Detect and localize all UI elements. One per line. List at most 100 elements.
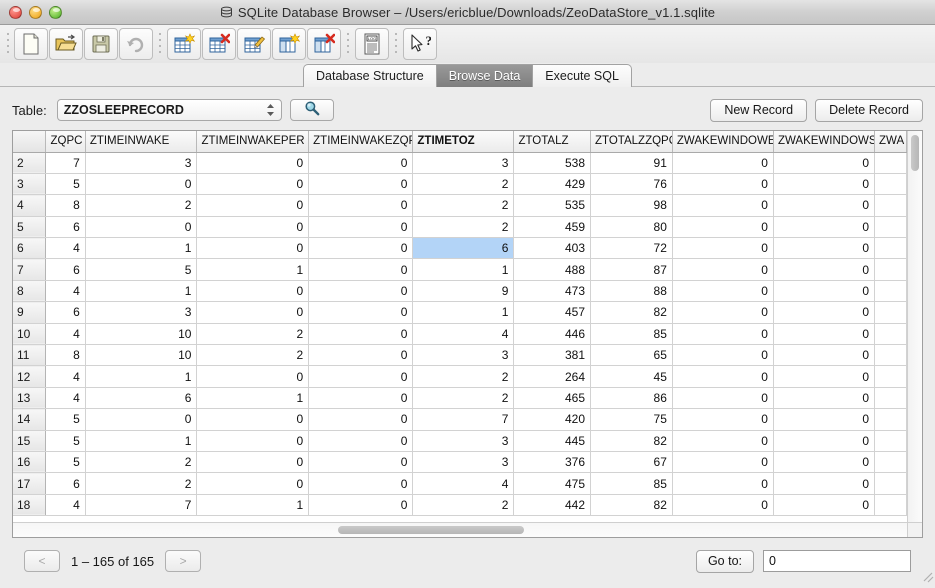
table-cell[interactable]: 0 [196, 451, 310, 474]
table-cell[interactable]: 9 [412, 280, 515, 303]
table-cell[interactable]: 0 [773, 258, 876, 281]
table-cell[interactable] [874, 280, 907, 303]
table-row[interactable]: 11 8 10 2 0 3 381 65 0 0 [13, 344, 907, 367]
table-row[interactable]: 12 4 1 0 0 2 264 45 0 0 [13, 365, 907, 388]
table-cell[interactable]: 457 [513, 301, 592, 324]
column-header-zwakewindowst[interactable]: ZWAKEWINDOWST [773, 131, 876, 153]
table-cell[interactable]: 7 [45, 152, 86, 174]
table-cell[interactable]: 0 [672, 365, 774, 388]
table-cell[interactable]: 0 [308, 152, 414, 174]
table-cell[interactable]: 0 [672, 408, 774, 431]
table-cell[interactable]: 381 [513, 344, 592, 367]
table-cell[interactable]: 0 [308, 194, 414, 217]
row-header-cell[interactable]: 17 [13, 472, 47, 495]
table-row[interactable]: 10 4 10 2 0 4 446 85 0 0 [13, 323, 907, 346]
table-cell[interactable]: 4 [45, 237, 86, 260]
table-cell[interactable]: 6 [85, 387, 198, 410]
table-cell[interactable]: 465 [513, 387, 592, 410]
table-cell[interactable]: 0 [308, 472, 414, 495]
table-cell[interactable]: 88 [590, 280, 673, 303]
table-cell[interactable]: 2 [412, 173, 515, 196]
tab-browse-data[interactable]: Browse Data [436, 64, 534, 87]
column-header-zwakewindowen[interactable]: ZWAKEWINDOWEN [672, 131, 774, 153]
table-cell[interactable]: 3 [412, 451, 515, 474]
table-cell[interactable]: 4 [45, 323, 86, 346]
table-cell[interactable]: 80 [590, 216, 673, 239]
table-cell[interactable]: 0 [773, 173, 876, 196]
table-cell[interactable] [874, 323, 907, 346]
table-cell[interactable]: 1 [412, 301, 515, 324]
table-cell[interactable]: 3 [85, 152, 198, 174]
table-cell[interactable]: 0 [196, 152, 310, 174]
help-cursor-button[interactable]: ? [403, 28, 437, 60]
table-cell[interactable]: 0 [308, 365, 414, 388]
table-cell[interactable] [874, 258, 907, 281]
table-cell[interactable]: 0 [672, 152, 774, 174]
table-cell[interactable]: 0 [672, 237, 774, 260]
table-cell[interactable]: 85 [590, 472, 673, 495]
table-cell[interactable]: 0 [308, 237, 414, 260]
table-cell[interactable]: 0 [308, 216, 414, 239]
table-cell[interactable]: 2 [412, 387, 515, 410]
table-cell[interactable]: 65 [590, 344, 673, 367]
table-cell[interactable]: 8 [45, 194, 86, 217]
table-cell[interactable]: 1 [85, 430, 198, 452]
table-cell[interactable]: 0 [773, 472, 876, 495]
table-row[interactable]: 8 4 1 0 0 9 473 88 0 0 [13, 280, 907, 303]
table-cell[interactable]: 1 [85, 365, 198, 388]
table-cell[interactable]: 4 [45, 494, 86, 517]
table-cell[interactable]: 0 [85, 408, 198, 431]
table-cell[interactable]: 403 [513, 237, 592, 260]
table-cell[interactable]: 0 [672, 344, 774, 367]
table-cell[interactable]: 0 [672, 216, 774, 239]
table-cell[interactable]: 1 [196, 258, 310, 281]
table-cell[interactable]: 6 [412, 237, 515, 260]
table-cell[interactable]: 535 [513, 194, 592, 217]
table-cell[interactable]: 0 [196, 430, 310, 452]
row-header-cell[interactable]: 16 [13, 451, 47, 474]
table-cell[interactable]: 6 [45, 301, 86, 324]
table-cell[interactable]: 91 [590, 152, 673, 174]
table-row[interactable]: 18 4 7 1 0 2 442 82 0 0 [13, 494, 907, 517]
column-header-ztotalz[interactable]: ZTOTALZ [513, 131, 592, 153]
table-cell[interactable]: 2 [85, 472, 198, 495]
table-cell[interactable]: 7 [412, 408, 515, 431]
table-cell[interactable]: 82 [590, 430, 673, 452]
delete-index-button[interactable] [307, 28, 341, 60]
table-row[interactable]: 16 5 2 0 0 3 376 67 0 0 [13, 451, 907, 474]
row-header-cell[interactable]: 18 [13, 494, 47, 517]
table-cell[interactable]: 376 [513, 451, 592, 474]
column-header-ztotalzzqpoin[interactable]: ZTOTALZZQPOIN [590, 131, 673, 153]
table-cell[interactable]: 0 [308, 387, 414, 410]
table-cell[interactable]: 10 [85, 323, 198, 346]
table-cell[interactable]: 0 [196, 237, 310, 260]
table-select[interactable]: ZZOSLEEPRECORD [56, 99, 282, 121]
table-cell[interactable]: 0 [773, 237, 876, 260]
table-row[interactable]: 15 5 1 0 0 3 445 82 0 0 [13, 430, 907, 452]
close-button[interactable] [9, 5, 22, 19]
table-cell[interactable]: 4 [412, 323, 515, 346]
horizontal-scrollbar[interactable] [13, 522, 922, 537]
table-cell[interactable]: 420 [513, 408, 592, 431]
save-button[interactable] [84, 28, 118, 60]
new-database-button[interactable] [14, 28, 48, 60]
table-cell[interactable] [874, 216, 907, 239]
table-cell[interactable]: 0 [308, 323, 414, 346]
table-cell[interactable] [874, 408, 907, 431]
table-cell[interactable]: 0 [672, 323, 774, 346]
table-cell[interactable] [874, 194, 907, 217]
column-header-zqpc[interactable]: ZQPC [45, 131, 86, 153]
row-header-cell[interactable]: 6 [13, 237, 47, 260]
log-button[interactable]: LOG [355, 28, 389, 60]
table-cell[interactable]: 0 [672, 173, 774, 196]
next-page-button[interactable]: > [165, 550, 202, 572]
table-cell[interactable]: 0 [773, 494, 876, 517]
table-cell[interactable]: 2 [412, 365, 515, 388]
table-cell[interactable]: 2 [85, 194, 198, 217]
table-cell[interactable]: 0 [672, 194, 774, 217]
table-cell[interactable]: 2 [85, 451, 198, 474]
column-header-ztimetoz[interactable]: ZTIMETOZ [412, 131, 515, 153]
table-cell[interactable]: 0 [773, 216, 876, 239]
table-cell[interactable]: 76 [590, 173, 673, 196]
row-header-cell[interactable]: 15 [13, 430, 47, 452]
